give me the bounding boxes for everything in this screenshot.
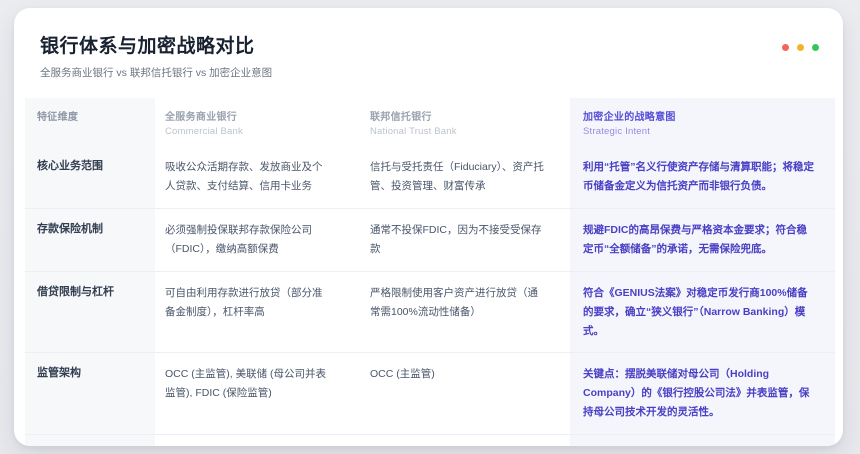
strategic-intent-cell: 利用“托管”名义行使资产存储与清算职能；将稳定币储备金定义为信托资产而非银行负债… xyxy=(570,146,835,208)
table-row: 监管架构OCC (主监管), 美联储 (母公司并表监管), FDIC (保险监管… xyxy=(25,352,835,434)
page-title: 银行体系与加密战略对比 xyxy=(40,31,817,58)
window-dot-red-icon xyxy=(782,44,789,51)
trust-bank-cell: 信托与受托责任（Fiduciary）、资产托管、投资管理、财富传承 xyxy=(360,146,570,208)
page-subtitle: 全服务商业银行 vs 联邦信托银行 vs 加密企业意图 xyxy=(40,65,817,80)
strategic-intent-cell: 关键点：摆脱美联储对母公司（Holding Company）的《银行控股公司法》… xyxy=(570,353,835,434)
column-sublabel: National Trust Bank xyxy=(370,126,548,137)
row-dimension-label: 借贷限制与杠杆 xyxy=(25,272,155,353)
window-dot-green-icon xyxy=(812,44,819,51)
card-header: 银行体系与加密战略对比 全服务商业银行 vs 联邦信托银行 vs 加密企业意图 xyxy=(14,8,843,92)
commercial-bank-cell: 可自由利用存款进行放贷（部分准备金制度），杠杆率高 xyxy=(155,272,360,353)
row-dimension-label: 监管架构 xyxy=(25,353,155,434)
commercial-bank-cell: JPMorgan Chase, Bank of America, Wells F… xyxy=(155,435,360,446)
row-dimension-label: 核心业务范围 xyxy=(25,146,155,208)
table-row: 存款保险机制必须强制投保联邦存款保险公司（FDIC），缴纳高额保费通常不投保FD… xyxy=(25,208,835,271)
column-header-dimension: 特征维度 xyxy=(25,98,155,146)
commercial-bank-cell: OCC (主监管), 美联储 (母公司并表监管), FDIC (保险监管) xyxy=(155,353,360,434)
table-row: 借贷限制与杠杆可自由利用存款进行放贷（部分准备金制度），杠杆率高严格限制使用客户… xyxy=(25,271,835,353)
row-dimension-label: 存款保险机制 xyxy=(25,209,155,271)
row-dimension-label: 典型案例 xyxy=(25,435,155,446)
table-body: 核心业务范围吸收公众活期存款、发放商业及个人贷款、支付结算、信用卡业务信托与受托… xyxy=(25,146,835,446)
commercial-bank-cell: 必须强制投保联邦存款保险公司（FDIC），缴纳高额保费 xyxy=(155,209,360,271)
column-header-trust-bank: 联邦信托银行 National Trust Bank xyxy=(360,98,570,146)
window-dot-yellow-icon xyxy=(797,44,804,51)
column-header-commercial-bank: 全服务商业银行 Commercial Bank xyxy=(155,98,360,146)
commercial-bank-cell: 吸收公众活期存款、发放商业及个人贷款、支付结算、信用卡业务 xyxy=(155,146,360,208)
strategic-intent-cell: 对标纽约梅隆银行和道富银行，定位于数字资产时代的全球托管行与清算行。 xyxy=(570,435,835,446)
column-label: 加密企业的战略意图 xyxy=(583,108,817,123)
trust-bank-cell: BNY Mellon (部分业务), State Street, Ripple,… xyxy=(360,435,570,446)
table-header-row: 特征维度 全服务商业银行 Commercial Bank 联邦信托银行 Nati… xyxy=(25,98,835,146)
column-header-strategic-intent: 加密企业的战略意图 Strategic Intent xyxy=(570,98,835,146)
column-label: 全服务商业银行 xyxy=(165,108,330,123)
strategic-intent-cell: 符合《GENIUS法案》对稳定币发行商100%储备的要求，确立“狭义银行”（Na… xyxy=(570,272,835,353)
table-row: 核心业务范围吸收公众活期存款、发放商业及个人贷款、支付结算、信用卡业务信托与受托… xyxy=(25,146,835,208)
trust-bank-cell: 严格限制使用客户资产进行放贷（通常需100%流动性储备） xyxy=(360,272,570,353)
column-sublabel: Strategic Intent xyxy=(583,126,817,137)
column-sublabel: Commercial Bank xyxy=(165,126,330,137)
comparison-table: 特征维度 全服务商业银行 Commercial Bank 联邦信托银行 Nati… xyxy=(25,98,835,446)
comparison-card: 银行体系与加密战略对比 全服务商业银行 vs 联邦信托银行 vs 加密企业意图 … xyxy=(14,8,843,446)
trust-bank-cell: OCC (主监管) xyxy=(360,353,570,434)
window-dots xyxy=(782,44,819,51)
column-label: 联邦信托银行 xyxy=(370,108,548,123)
trust-bank-cell: 通常不投保FDIC，因为不接受受保存款 xyxy=(360,209,570,271)
table-row: 典型案例JPMorgan Chase, Bank of America, Wel… xyxy=(25,434,835,446)
strategic-intent-cell: 规避FDIC的高昂保费与严格资本金要求；符合稳定币“全额储备”的承诺，无需保险兜… xyxy=(570,209,835,271)
column-label: 特征维度 xyxy=(37,108,141,123)
